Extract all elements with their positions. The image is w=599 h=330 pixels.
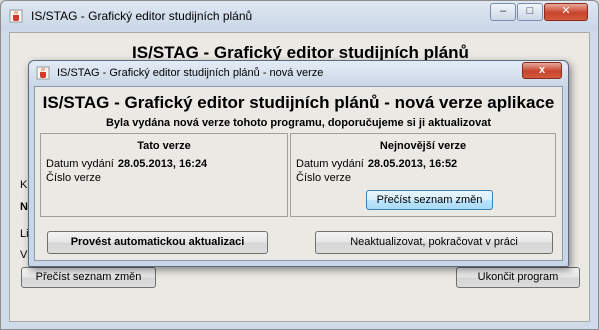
current-date-row: Datum vydání 28.05.2013, 16:24	[46, 158, 207, 170]
main-title-bar[interactable]: IS/STAG - Grafický editor studijních plá…	[1, 1, 598, 31]
dialog-title: IS/STAG - Grafický editor studijních plá…	[57, 67, 324, 79]
exit-program-button[interactable]: Ukončit program	[456, 267, 580, 288]
latest-date-row: Datum vydání 28.05.2013, 16:52	[296, 158, 457, 170]
read-changes-button[interactable]: Přečíst seznam změn	[366, 190, 493, 210]
dialog-subheading: Byla vydána nová verze tohoto programu, …	[105, 117, 492, 129]
java-cup-icon	[36, 66, 50, 80]
dialog-title-bar[interactable]: IS/STAG - Grafický editor studijních plá…	[29, 61, 568, 85]
read-changes-button-bg[interactable]: Přečíst seznam změn	[21, 267, 156, 288]
new-version-dialog: IS/STAG - Grafický editor studijních plá…	[28, 60, 569, 267]
skip-update-button[interactable]: Neaktualizovat, pokračovat v práci	[315, 231, 553, 254]
label-fragment: K	[20, 179, 28, 191]
latest-version-panel: Nejnovější verze Datum vydání 28.05.2013,…	[290, 133, 556, 217]
current-version-panel: Tato verze Datum vydání 28.05.2013, 16:24…	[40, 133, 288, 217]
dialog-content: IS/STAG - Grafický editor studijních plá…	[34, 86, 563, 261]
java-cup-icon	[9, 9, 23, 23]
maximize-button[interactable]: □	[517, 3, 543, 21]
dialog-heading: IS/STAG - Grafický editor studijních plá…	[42, 93, 555, 112]
latest-date-value: 28.05.2013, 16:52	[367, 158, 458, 170]
label-fragment: N	[20, 201, 28, 213]
label-fragment: V	[20, 249, 28, 261]
current-version-row: Číslo verze	[46, 172, 105, 184]
minimize-button[interactable]: –	[490, 3, 516, 21]
close-button[interactable]: ✕	[544, 3, 588, 21]
current-version-label: Číslo verze	[46, 172, 102, 184]
latest-version-row: Číslo verze	[296, 172, 355, 184]
main-window-title: IS/STAG - Grafický editor studijních plá…	[31, 9, 253, 23]
latest-date-label: Datum vydání	[296, 158, 364, 170]
latest-version-title: Nejnovější verze	[379, 140, 467, 152]
current-version-title: Tato verze	[137, 140, 191, 152]
dialog-close-button[interactable]: x	[522, 62, 562, 79]
current-date-value: 28.05.2013, 16:24	[117, 158, 208, 170]
latest-version-label: Číslo verze	[296, 172, 352, 184]
current-date-label: Datum vydání	[46, 158, 114, 170]
auto-update-button[interactable]: Provést automatickou aktualizaci	[47, 231, 268, 254]
